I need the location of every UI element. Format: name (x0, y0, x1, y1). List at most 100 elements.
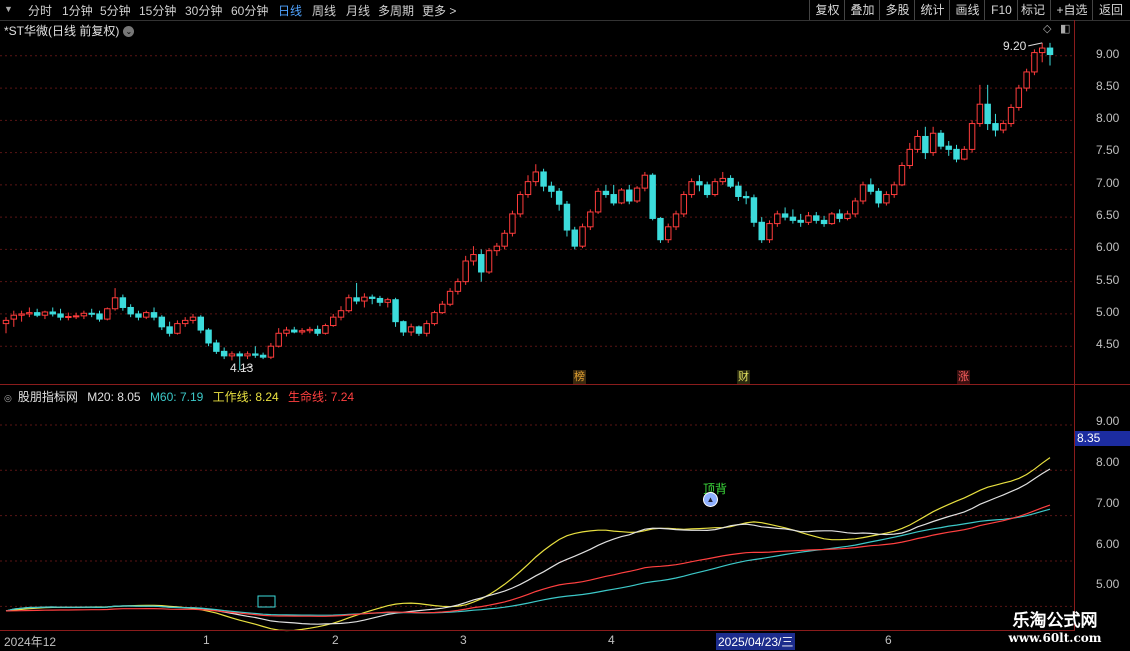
indicator-name[interactable]: 股朋指标网 (18, 390, 78, 404)
date-label: 2 (332, 633, 339, 647)
candle-up (844, 213, 851, 219)
candle-up (976, 103, 984, 125)
candle-up (493, 245, 501, 252)
candle-up (672, 213, 680, 228)
candle-up (1031, 52, 1038, 73)
candle-down (88, 312, 95, 315)
pane-divider (0, 384, 1130, 385)
candle-down (259, 354, 267, 358)
candle-up (384, 299, 391, 303)
candle-down (197, 316, 205, 331)
candle-down (984, 103, 991, 125)
candle-down (314, 328, 321, 334)
life-line-series (5, 504, 1051, 617)
min-price-label: 4.13 (230, 361, 254, 375)
date-label: 4 (608, 633, 615, 647)
collapse-icon[interactable]: ◎ (4, 393, 12, 403)
candle-down (57, 313, 64, 318)
candle-down (602, 190, 610, 196)
candle-down (922, 135, 929, 154)
candle-up (18, 313, 25, 316)
candle-down (127, 306, 134, 315)
candle-down (750, 197, 758, 223)
candle-down (742, 195, 750, 199)
candle-up (532, 171, 540, 183)
candle-up (906, 148, 913, 167)
price-tick: 6.50 (1096, 208, 1120, 222)
m20-series (5, 468, 1051, 625)
candle-down (166, 326, 173, 334)
candle-up (1015, 87, 1023, 108)
candle-down (937, 132, 945, 147)
candle-up (275, 332, 282, 347)
candle-up (688, 181, 695, 196)
price-tick: 8.00 (1096, 111, 1120, 125)
m60-value: M60: 7.19 (149, 390, 204, 404)
candle-down (626, 189, 633, 202)
price-tick: 5.00 (1096, 305, 1120, 319)
candle-down (213, 342, 220, 352)
candle-down (727, 177, 734, 187)
candle-down (376, 297, 384, 303)
signal-icon[interactable]: ▲ (703, 492, 718, 507)
m60-series (5, 508, 1051, 616)
candle-up (633, 187, 641, 202)
candle-up (283, 329, 290, 334)
candle-down (992, 123, 999, 131)
candle-down (205, 329, 212, 344)
candle-up (485, 250, 493, 273)
candle-down (758, 221, 765, 241)
candle-down (610, 194, 617, 204)
candle-up (501, 232, 508, 247)
date-label: 6 (885, 633, 892, 647)
candle-down (400, 321, 407, 333)
candle-up (524, 181, 532, 196)
candle-down (797, 219, 804, 223)
candle-down (563, 203, 571, 231)
candle-up (961, 148, 968, 160)
event-marker-cai[interactable]: 财 (737, 370, 750, 384)
candle-up (322, 325, 329, 334)
candle-down (236, 353, 243, 357)
event-marker-zhang[interactable]: 涨 (957, 370, 970, 384)
event-marker-bang[interactable]: 榜 (573, 370, 586, 384)
life-line-value: 生命线: 7.24 (288, 390, 355, 404)
candle-up (509, 213, 516, 234)
candle-up (1007, 106, 1015, 125)
candle-down (150, 312, 158, 318)
max-price-label: 9.20 (1003, 39, 1027, 53)
price-tick: 5.50 (1096, 273, 1120, 287)
candle-down (820, 219, 828, 225)
candle-up (665, 226, 672, 241)
trough-marker (257, 595, 276, 608)
candle-up (680, 194, 688, 215)
max-pointer (1028, 42, 1043, 47)
candle-up (1000, 123, 1007, 131)
candle-up (890, 184, 898, 196)
candle-up (462, 260, 469, 283)
candle-down (555, 190, 563, 205)
candle-up (174, 323, 181, 334)
candle-up (41, 311, 49, 316)
candle-down (696, 181, 703, 186)
candle-up (805, 215, 812, 223)
chart-canvas[interactable] (0, 0, 1130, 650)
candle-up (2, 319, 10, 325)
candle-up (10, 314, 18, 320)
candle-down (291, 329, 298, 333)
candle-down (415, 326, 423, 334)
candle-up (423, 323, 430, 334)
candle-up (80, 312, 88, 317)
candle-up (1038, 47, 1046, 54)
candle-down (353, 297, 360, 302)
candle-down (571, 229, 578, 247)
candle-down (96, 313, 103, 320)
cursor-date-label: 2025/04/23/三 (716, 633, 796, 650)
candle-up (337, 310, 345, 318)
price-tick: 6.00 (1096, 240, 1120, 254)
candle-up (883, 194, 890, 204)
indicator-tick: 6.00 (1096, 537, 1120, 551)
candle-up (641, 174, 649, 189)
candle-down (735, 185, 742, 197)
candle-down (548, 185, 555, 192)
